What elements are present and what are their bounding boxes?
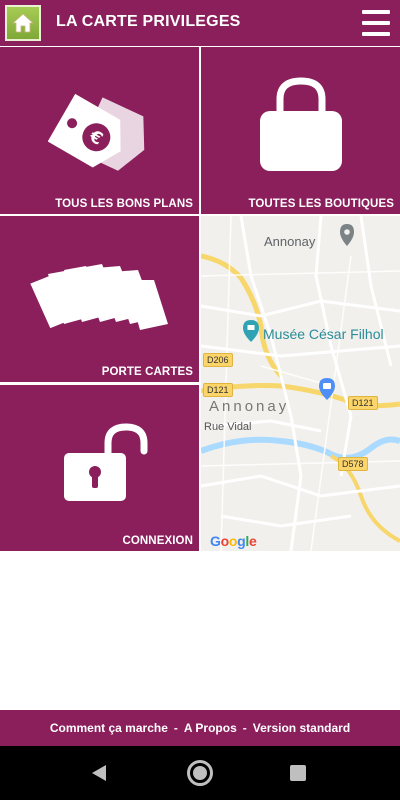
- back-icon[interactable]: [90, 763, 108, 783]
- road-badge: D121: [203, 383, 233, 397]
- tile-label: CONNEXION: [122, 535, 193, 547]
- separator: -: [242, 721, 247, 735]
- road-badge: D206: [203, 353, 233, 367]
- separator: -: [173, 721, 178, 735]
- home-circle-icon[interactable]: [187, 760, 213, 786]
- app-header: LA CARTE PRIVILEGES: [0, 0, 400, 46]
- footer-links: Comment ça marche - A Propos - Version s…: [0, 710, 400, 746]
- system-navigation-bar: [0, 746, 400, 800]
- app-title: LA CARTE PRIVILEGES: [56, 13, 241, 30]
- tile-label: PORTE CARTES: [101, 366, 193, 378]
- tile-porte-cartes[interactable]: PORTE CARTES: [0, 216, 199, 382]
- map-museum-label: Musée César Filhol: [263, 326, 384, 342]
- menu-line: [362, 10, 390, 14]
- map-view[interactable]: Annonay Annonay Rue Vidal D206 D121 D121…: [201, 216, 400, 551]
- tile-label: TOUTES LES BOUTIQUES: [248, 198, 394, 210]
- euro-price-tags-icon: €: [48, 93, 145, 171]
- link-a-propos[interactable]: A Propos: [184, 721, 237, 735]
- tile-label: TOUS LES BONS PLANS: [55, 198, 193, 210]
- link-version-standard[interactable]: Version standard: [253, 721, 350, 735]
- unlocked-padlock-icon: [64, 423, 148, 501]
- tile-boutiques[interactable]: TOUTES LES BOUTIQUES: [201, 47, 400, 214]
- stacked-cards-icon: [30, 264, 168, 330]
- tile-bons-plans[interactable]: € TOUS LES BONS PLANS: [0, 47, 199, 214]
- map-town-label-large: Annonay: [209, 398, 290, 415]
- home-button[interactable]: [5, 5, 41, 41]
- road-badge: D578: [338, 457, 368, 471]
- map-town-label: Annonay: [264, 234, 316, 249]
- home-icon: [11, 13, 35, 33]
- road-badge: D121: [348, 396, 378, 410]
- link-comment-ca-marche[interactable]: Comment ça marche: [50, 721, 168, 735]
- shopping-bag-icon: [260, 77, 342, 171]
- hamburger-menu-button[interactable]: [362, 10, 390, 36]
- menu-line: [362, 21, 390, 25]
- map-street-label: Rue Vidal: [204, 421, 252, 433]
- google-logo: Google: [210, 533, 257, 549]
- menu-line: [362, 32, 390, 36]
- recent-apps-icon[interactable]: [290, 765, 306, 781]
- tile-connexion[interactable]: CONNEXION: [0, 385, 199, 551]
